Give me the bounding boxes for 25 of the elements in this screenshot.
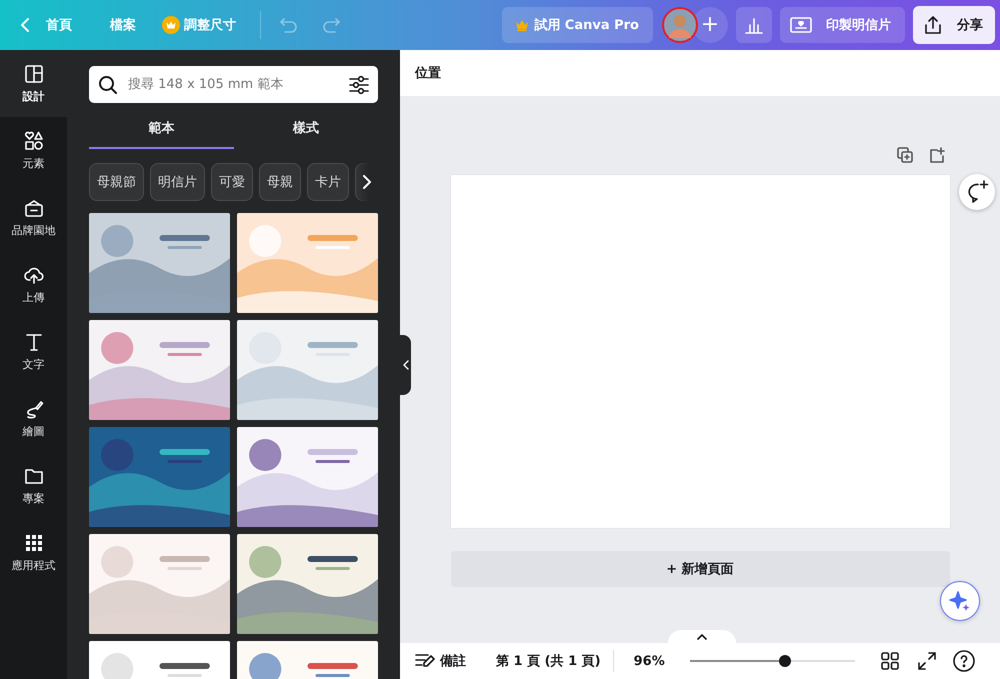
add-collaborator-button[interactable]: +: [692, 7, 728, 43]
sidebar-item[interactable]: 專案: [0, 452, 67, 519]
sidebar-item[interactable]: 設計: [0, 50, 67, 117]
filter-chip[interactable]: 可愛: [211, 163, 253, 201]
filter-chip[interactable]: 母親: [259, 163, 301, 201]
filter-chip[interactable]: 明信片: [150, 163, 205, 201]
panel-tab[interactable]: 樣式: [234, 111, 378, 149]
sidebar-item[interactable]: 品牌園地: [0, 184, 67, 251]
search-field[interactable]: 搜尋 148 x 105 mm 範本: [89, 66, 378, 103]
share-button[interactable]: 分享: [913, 6, 995, 44]
filter-chip[interactable]: 母親節: [89, 163, 144, 201]
sidebar-item[interactable]: 文字: [0, 318, 67, 385]
sidebar-item[interactable]: 上傳: [0, 251, 67, 318]
add-page-button[interactable]: + 新增頁面: [450, 551, 950, 587]
panel-tab[interactable]: 範本: [89, 111, 234, 149]
print-postcard-button[interactable]: 印製明信片: [780, 7, 905, 43]
sidebar-item[interactable]: 應用程式: [0, 519, 67, 586]
sidebar-item[interactable]: 元素: [0, 117, 67, 184]
position-label[interactable]: 位置: [415, 64, 441, 82]
sidebar-item[interactable]: 繪圖: [0, 385, 67, 452]
filter-chip[interactable]: 卡片: [307, 163, 349, 201]
page-indicator: 第 1 頁 (共 1 頁): [496, 653, 601, 670]
zoom-percentage[interactable]: 96%: [634, 654, 686, 668]
notes-button[interactable]: 備註: [415, 652, 466, 670]
search-input[interactable]: 搜尋 148 x 105 mm 範本: [126, 76, 341, 93]
